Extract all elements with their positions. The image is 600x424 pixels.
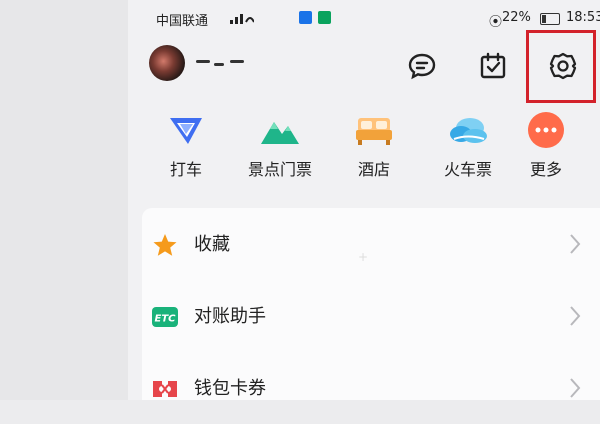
hotel-bed-icon bbox=[356, 118, 392, 145]
avatar[interactable] bbox=[149, 45, 185, 81]
clock: 18:53 bbox=[566, 10, 600, 25]
train-ticket-icon bbox=[450, 118, 487, 143]
shield-app-icon bbox=[299, 11, 312, 24]
menu-item-label: 收藏 bbox=[194, 234, 230, 255]
quick-action-label: 更多 bbox=[529, 160, 562, 179]
more-icon bbox=[528, 112, 564, 148]
background-panel bbox=[0, 0, 132, 400]
etc-icon: ETC bbox=[152, 307, 178, 327]
quick-action-hotel[interactable]: 酒店 bbox=[334, 104, 414, 184]
quick-action-label: 酒店 bbox=[357, 160, 390, 179]
quick-action-train[interactable]: 火车票 bbox=[428, 104, 508, 184]
signal-icon bbox=[230, 14, 254, 24]
menu-item-label: 钱包卡券 bbox=[194, 378, 266, 399]
quick-action-scenic[interactable]: 景点门票 bbox=[240, 104, 320, 184]
battery-icon bbox=[540, 13, 560, 25]
taxi-icon bbox=[170, 118, 202, 144]
quick-action-more[interactable]: 更多 bbox=[506, 104, 586, 184]
battery-percent: 22% bbox=[502, 10, 531, 25]
menu-item-reconcile[interactable]: ETC 对账助手 bbox=[142, 280, 600, 352]
checkin-button[interactable] bbox=[475, 48, 511, 84]
carrier-label: 中国联通 bbox=[156, 14, 209, 29]
scenic-ticket-icon bbox=[261, 122, 299, 144]
quick-action-taxi[interactable]: 打车 bbox=[146, 104, 226, 184]
notification-app-icon bbox=[318, 11, 331, 24]
star-icon bbox=[153, 234, 177, 256]
chat-icon bbox=[408, 53, 436, 80]
quick-action-label: 打车 bbox=[169, 160, 202, 179]
quick-action-label: 火车票 bbox=[443, 160, 492, 179]
status-bar: 中国联通 ⦿ 22% 18:53 bbox=[156, 10, 600, 30]
username-blurred[interactable] bbox=[196, 60, 256, 70]
location-icon: ⦿ bbox=[489, 15, 503, 30]
quick-action-label: 景点门票 bbox=[247, 160, 312, 179]
wallet-coupon-icon bbox=[153, 381, 177, 397]
menu-item-favorites[interactable]: 收藏 bbox=[142, 208, 600, 280]
chevron-right-icon bbox=[570, 306, 581, 326]
chevron-right-icon bbox=[570, 234, 581, 254]
menu-item-label: 对账助手 bbox=[194, 306, 266, 327]
menu-item-wallet[interactable]: 钱包卡券 bbox=[142, 352, 600, 424]
menu-card: 收藏 ETC 对账助手 钱包卡券 bbox=[142, 208, 600, 400]
svg-text:ETC: ETC bbox=[155, 314, 177, 325]
decorative-mark: + bbox=[358, 250, 369, 264]
message-button[interactable] bbox=[404, 48, 440, 84]
calendar-check-icon bbox=[480, 52, 506, 79]
settings-highlight-box bbox=[526, 30, 596, 103]
chevron-right-icon bbox=[570, 378, 581, 398]
quick-actions: 打车 景点门票 酒店 火车票 更多 bbox=[128, 104, 600, 190]
